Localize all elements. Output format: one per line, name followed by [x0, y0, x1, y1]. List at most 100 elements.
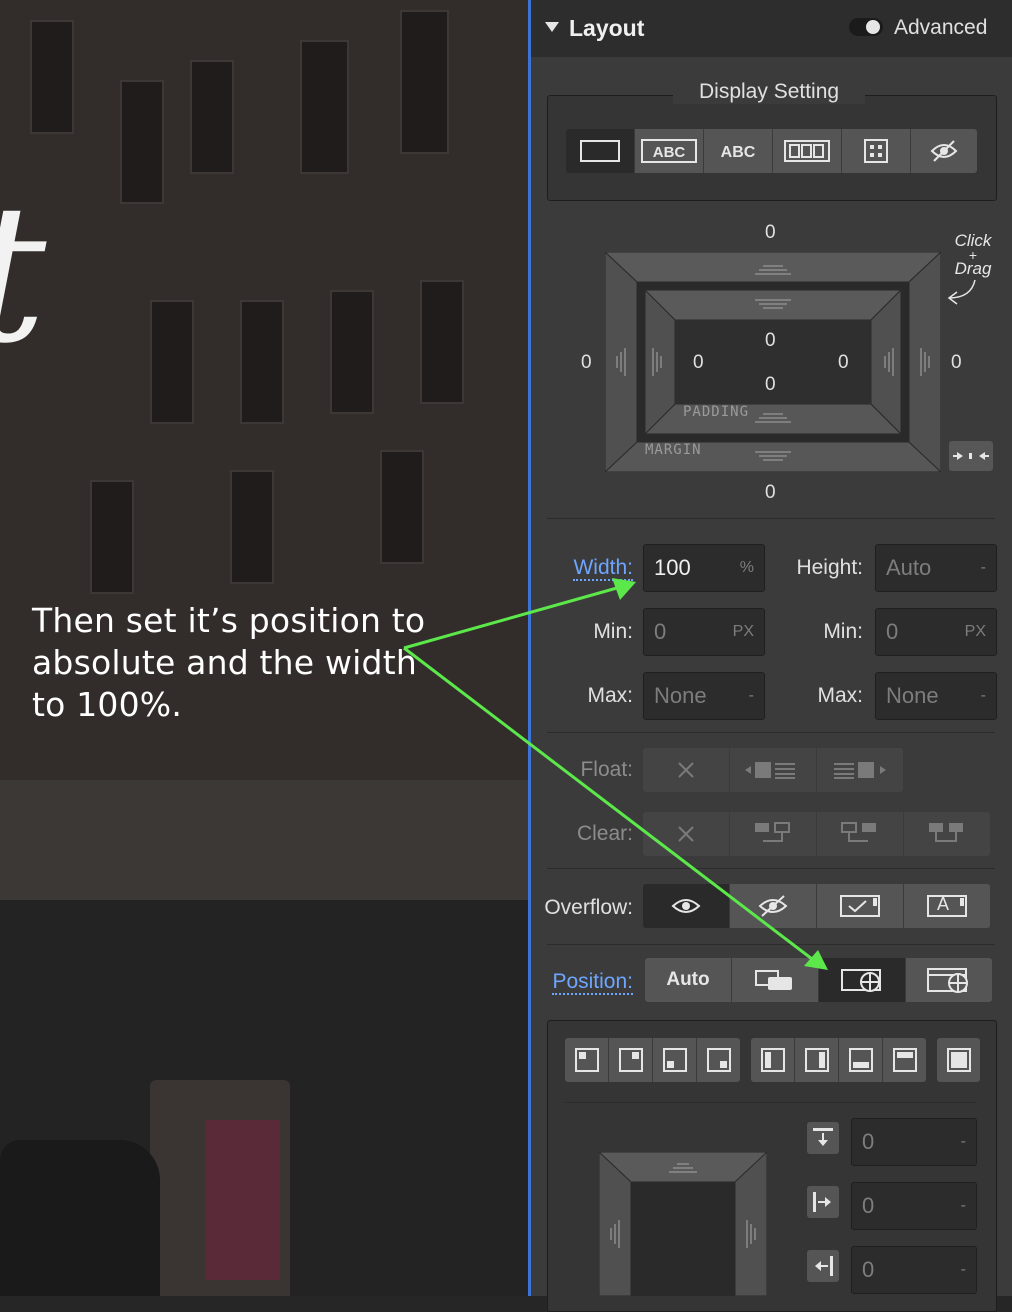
preset-left[interactable]: [751, 1038, 795, 1082]
preset-top-right[interactable]: [609, 1038, 653, 1082]
clear-none-button[interactable]: [643, 812, 730, 856]
display-flex-button[interactable]: [773, 129, 842, 173]
min-width-value: 0: [654, 619, 667, 644]
position-offset-box[interactable]: [599, 1152, 767, 1296]
min-height-input[interactable]: 0 PX: [875, 608, 997, 656]
overflow-scroll-button[interactable]: [817, 884, 904, 928]
right-offset-input[interactable]: 0-: [851, 1246, 977, 1294]
max-width-unit[interactable]: -: [749, 687, 754, 705]
position-fixed-button[interactable]: [906, 958, 992, 1002]
building-window: [150, 300, 194, 424]
display-inline-button[interactable]: ABC: [704, 129, 773, 173]
max-height-label: Max:: [817, 684, 863, 707]
height-unit[interactable]: -: [981, 559, 986, 577]
height-input[interactable]: Auto -: [875, 544, 997, 592]
float-left-button[interactable]: [730, 748, 817, 792]
left-offset-value: 0: [862, 1193, 875, 1218]
eye-icon: [671, 899, 701, 913]
float-none-button[interactable]: [643, 748, 730, 792]
left-offset-toggle[interactable]: [807, 1186, 839, 1218]
padding-top-value[interactable]: 0: [765, 330, 776, 352]
align-left-icon: [813, 1192, 831, 1212]
svg-text:Drag: Drag: [955, 259, 992, 278]
clear-left-button[interactable]: [730, 812, 817, 856]
preset-top[interactable]: [883, 1038, 926, 1082]
min-width-unit[interactable]: PX: [733, 623, 754, 641]
overflow-label: Overflow:: [544, 896, 633, 919]
padding-left-value[interactable]: 0: [693, 352, 704, 374]
display-setting-title: Display Setting: [673, 80, 866, 104]
position-label[interactable]: Position:: [531, 970, 633, 995]
advanced-toggle[interactable]: [849, 18, 883, 36]
right-offset-unit[interactable]: -: [961, 1261, 966, 1279]
building-window: [330, 290, 374, 414]
overflow-auto-button[interactable]: A: [904, 884, 990, 928]
min-height-unit[interactable]: PX: [965, 623, 986, 641]
preset-full[interactable]: [937, 1038, 980, 1082]
max-width-input[interactable]: None -: [643, 672, 765, 720]
preset-right[interactable]: [795, 1038, 839, 1082]
reset-spacing-button[interactable]: [949, 441, 993, 471]
display-none-button[interactable]: [911, 129, 977, 173]
edge-presets: [751, 1038, 926, 1082]
clear-options: [643, 812, 990, 856]
display-block-button[interactable]: [566, 129, 635, 173]
clear-both-button[interactable]: [904, 812, 990, 856]
width-label-text[interactable]: Width:: [573, 556, 633, 581]
top-offset-input[interactable]: 0-: [851, 1118, 977, 1166]
left-offset-unit[interactable]: -: [961, 1197, 966, 1215]
spacing-box-model[interactable]: [605, 252, 941, 472]
position-auto-button[interactable]: Auto: [645, 958, 732, 1002]
building-window: [30, 20, 74, 134]
preset-bottom-right[interactable]: [697, 1038, 740, 1082]
display-inline-block-button[interactable]: ABC: [635, 129, 704, 173]
relative-position-icon: [755, 970, 792, 990]
building-window: [300, 40, 349, 174]
left-offset-input[interactable]: 0-: [851, 1182, 977, 1230]
float-right-button[interactable]: [817, 748, 903, 792]
overflow-visible-button[interactable]: [643, 884, 730, 928]
separator: [547, 732, 995, 733]
width-unit[interactable]: %: [740, 559, 754, 577]
caret-down-icon: [545, 22, 559, 32]
building-window: [240, 300, 284, 424]
position-relative-button[interactable]: [732, 958, 819, 1002]
min-width-label: Min:: [593, 620, 633, 643]
bottom-edge-icon: [848, 1048, 873, 1072]
margin-right-value[interactable]: 0: [951, 352, 962, 374]
margin-left-value[interactable]: 0: [581, 352, 592, 374]
building-ledge: [0, 780, 528, 900]
display-grid-button[interactable]: [842, 129, 911, 173]
advanced-label: Advanced: [894, 16, 988, 39]
preset-bottom[interactable]: [839, 1038, 883, 1082]
top-offset-toggle[interactable]: [807, 1122, 839, 1154]
building-window: [120, 80, 164, 204]
position-label-text[interactable]: Position:: [552, 970, 633, 995]
margin-top-value[interactable]: 0: [765, 222, 776, 244]
padding-bottom-value[interactable]: 0: [765, 374, 776, 396]
preset-top-left[interactable]: [565, 1038, 609, 1082]
position-absolute-button[interactable]: [819, 958, 906, 1002]
top-offset-unit[interactable]: -: [961, 1133, 966, 1151]
right-offset-toggle[interactable]: [807, 1250, 839, 1282]
separator: [547, 518, 995, 519]
fixed-position-icon: [927, 968, 968, 993]
overflow-hidden-button[interactable]: [730, 884, 817, 928]
layout-header[interactable]: Layout Advanced: [531, 0, 1012, 57]
clear-right-button[interactable]: [817, 812, 904, 856]
min-width-input[interactable]: 0 PX: [643, 608, 765, 656]
right-offset-value: 0: [862, 1257, 875, 1282]
preset-bottom-left[interactable]: [653, 1038, 697, 1082]
top-right-corner-icon: [618, 1048, 643, 1072]
click-drag-hint-icon: Click + Drag: [947, 231, 993, 305]
max-height-input[interactable]: None -: [875, 672, 997, 720]
max-height-unit[interactable]: -: [981, 687, 986, 705]
margin-bottom-value[interactable]: 0: [765, 482, 776, 504]
width-label[interactable]: Width:: [541, 556, 633, 581]
top-edge-icon: [892, 1048, 917, 1072]
padding-right-value[interactable]: 0: [838, 352, 849, 374]
building-window: [230, 470, 274, 584]
width-input[interactable]: 100 %: [643, 544, 765, 592]
float-left-icon: [745, 762, 795, 779]
float-options: [643, 748, 903, 792]
